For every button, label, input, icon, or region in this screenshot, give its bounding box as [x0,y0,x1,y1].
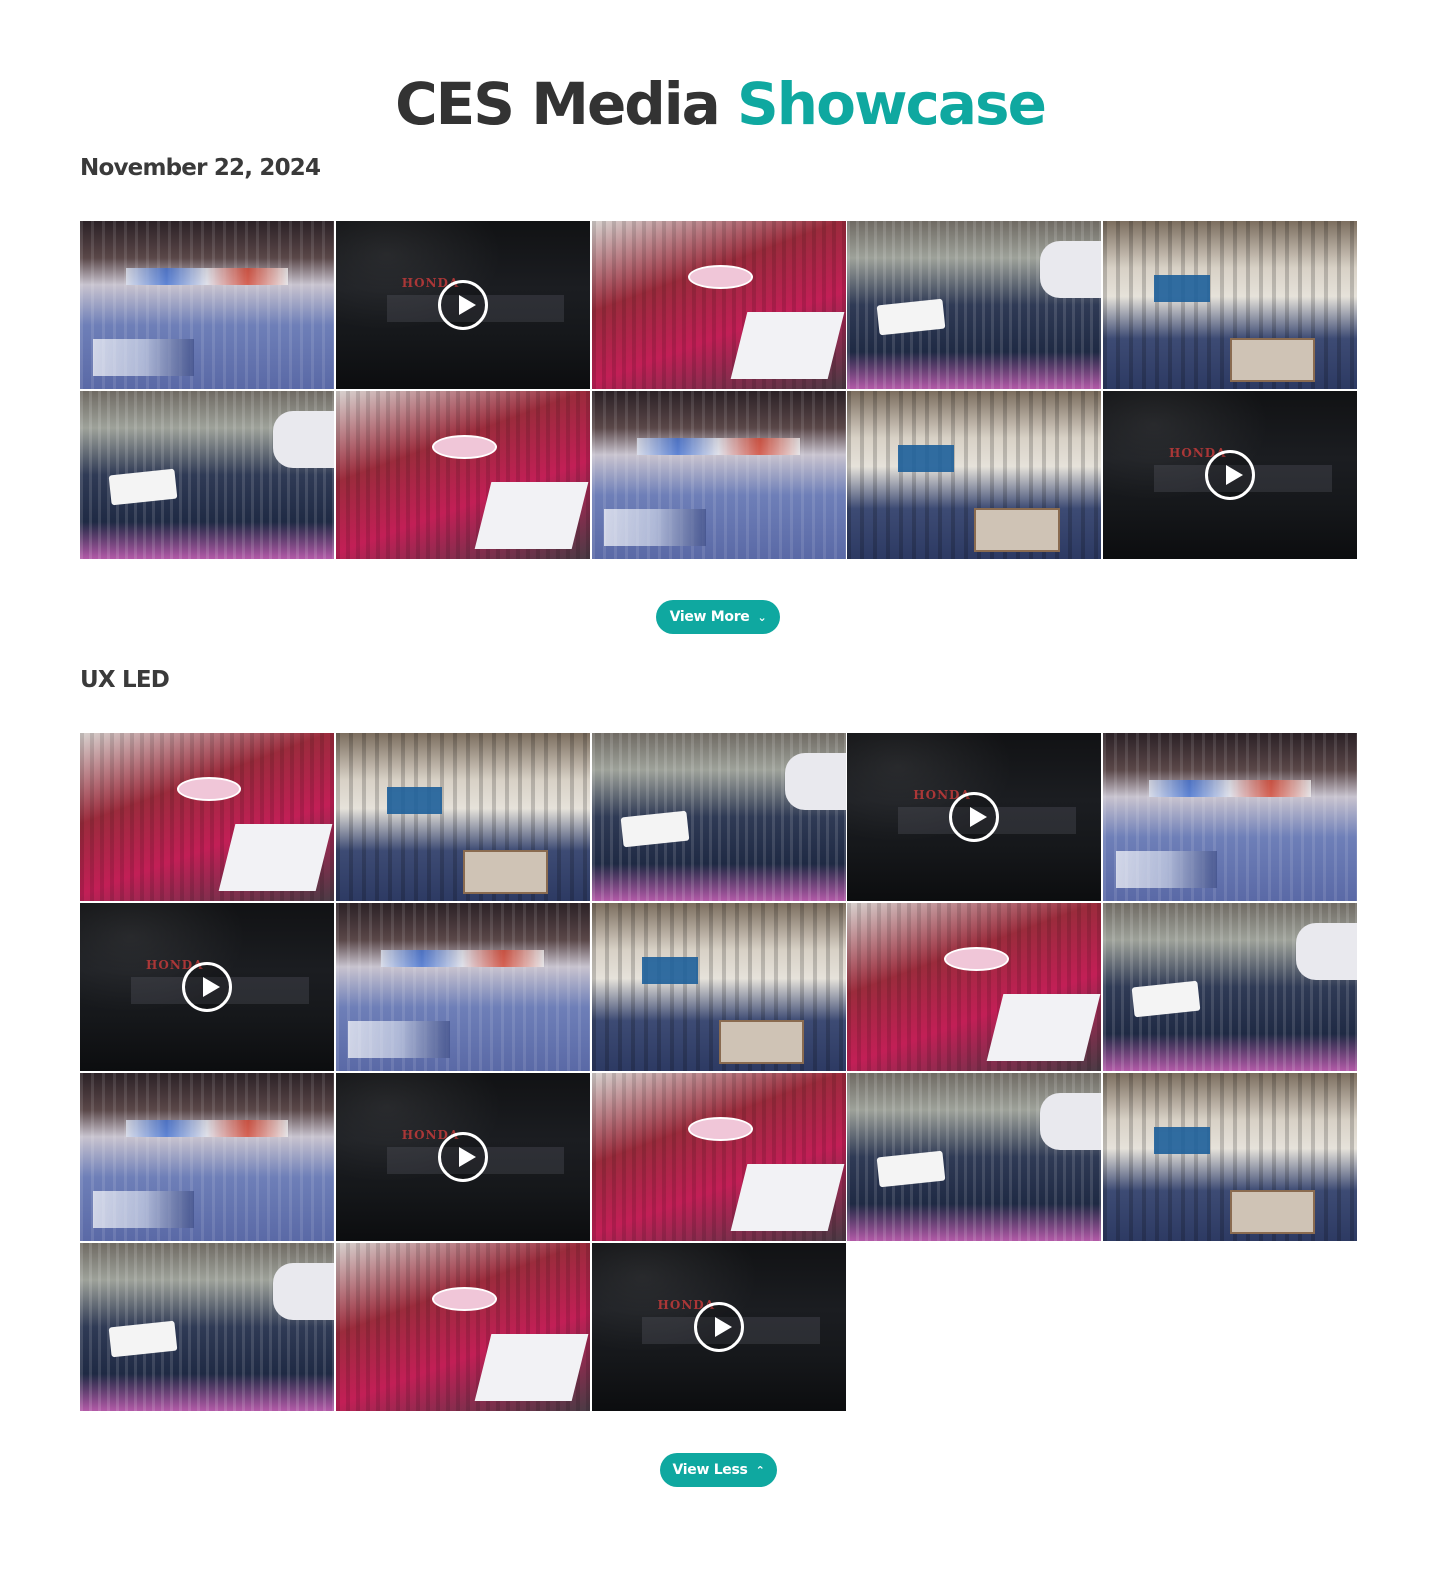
section-title-november: November 22, 2024 [80,155,321,181]
play-icon[interactable] [949,792,1000,842]
video-tile[interactable] [80,903,334,1071]
photo-tile[interactable] [591,391,846,559]
video-tile[interactable] [1103,391,1357,559]
photo-tile[interactable] [80,391,334,559]
photo-tile[interactable] [1103,1073,1357,1241]
page-title-main: CES Media [395,70,721,138]
photo-tile[interactable] [591,903,846,1071]
photo-tile[interactable] [1103,221,1357,389]
section-title-ux-led: UX LED [80,667,170,693]
photo-tile[interactable] [847,903,1102,1071]
play-icon[interactable] [437,1132,488,1182]
photo-tile[interactable] [847,391,1102,559]
play-icon[interactable] [693,1302,744,1352]
photo-tile[interactable] [591,733,846,901]
photo-tile[interactable] [335,733,590,901]
media-showcase-page: CES Media Showcase November 22, 2024 Vie… [0,0,1440,1571]
photo-tile[interactable] [335,1243,590,1411]
photo-tile[interactable] [847,1073,1102,1241]
photo-tile[interactable] [591,1073,846,1241]
chevron-up-icon: ⌃ [755,1463,765,1477]
video-tile[interactable] [335,221,590,389]
photo-tile[interactable] [591,221,846,389]
photo-tile[interactable] [1103,903,1357,1071]
media-grid-november [80,221,1357,559]
play-icon[interactable] [1205,450,1255,500]
photo-tile[interactable] [80,1243,334,1411]
view-less-label: View Less [672,1462,748,1478]
photo-tile[interactable] [80,221,334,389]
page-title: CES Media Showcase [0,64,1440,144]
chevron-down-icon: ⌄ [757,610,767,624]
photo-tile[interactable] [335,903,590,1071]
photo-tile[interactable] [1103,733,1357,901]
view-less-button[interactable]: View Less ⌃ [660,1453,777,1487]
play-icon[interactable] [182,962,232,1012]
video-tile[interactable] [591,1243,846,1411]
photo-tile[interactable] [80,1073,334,1241]
media-grid-ux-led [80,733,1357,1411]
view-more-button[interactable]: View More ⌄ [656,600,780,634]
video-tile[interactable] [847,733,1102,901]
view-more-label: View More [669,609,750,625]
play-icon[interactable] [437,280,488,330]
photo-tile[interactable] [335,391,590,559]
video-tile[interactable] [335,1073,590,1241]
photo-tile[interactable] [847,221,1102,389]
photo-tile[interactable] [80,733,334,901]
page-title-accent: Showcase [737,70,1047,138]
